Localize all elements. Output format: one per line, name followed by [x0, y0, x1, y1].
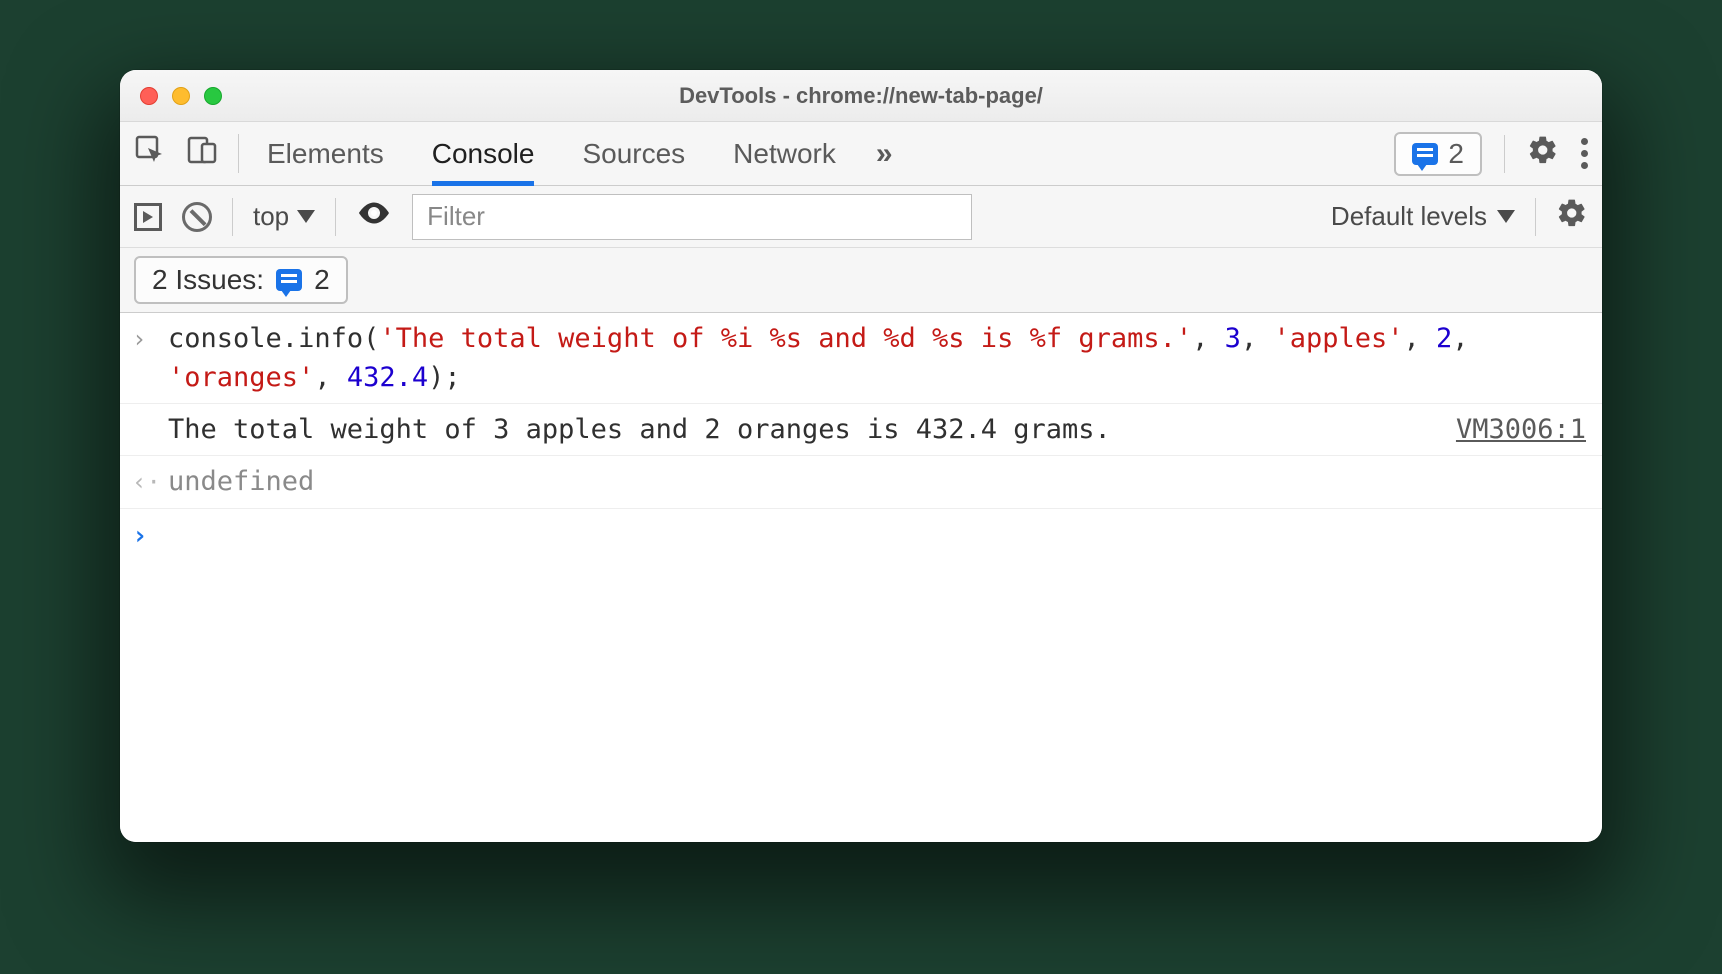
more-options-button[interactable]	[1581, 138, 1588, 169]
gear-icon	[1527, 134, 1559, 166]
settings-button[interactable]	[1527, 134, 1559, 173]
clear-console-button[interactable]	[182, 202, 212, 232]
console-filter-input[interactable]	[412, 194, 972, 240]
divider	[232, 198, 233, 236]
tab-console[interactable]: Console	[432, 122, 535, 185]
result-text: undefined	[162, 462, 1586, 501]
log-levels-selector[interactable]: Default levels	[1331, 201, 1515, 232]
prompt-gutter-icon: ›	[132, 515, 162, 556]
chevron-down-icon	[297, 210, 315, 223]
console-toolbar: top Default levels	[120, 186, 1602, 248]
close-window-button[interactable]	[140, 87, 158, 105]
execution-context-selector[interactable]: top	[253, 201, 315, 232]
console-prompt[interactable]: ›	[120, 509, 1602, 562]
toggle-console-drawer-icon[interactable]	[134, 203, 162, 231]
issues-chip[interactable]: 2 Issues: 2	[134, 256, 348, 304]
log-text: The total weight of 3 apples and 2 orang…	[162, 410, 1436, 449]
issues-bar: 2 Issues: 2	[120, 248, 1602, 313]
minimize-window-button[interactable]	[172, 87, 190, 105]
live-expression-button[interactable]	[356, 195, 392, 238]
titlebar: DevTools - chrome://new-tab-page/	[120, 70, 1602, 122]
tab-label: Elements	[267, 138, 384, 170]
tab-label: Network	[733, 138, 836, 170]
console-body: › console.info('The total weight of %i %…	[120, 313, 1602, 842]
issues-label: 2 Issues:	[152, 264, 264, 296]
chevron-down-icon	[1497, 210, 1515, 223]
dot-icon	[1581, 162, 1588, 169]
levels-label: Default levels	[1331, 201, 1487, 232]
tab-label: Console	[432, 138, 535, 170]
context-label: top	[253, 201, 289, 232]
tabs-overflow-button[interactable]: »	[876, 137, 893, 171]
dot-icon	[1581, 138, 1588, 145]
inspect-element-icon[interactable]	[134, 134, 166, 173]
main-tab-strip: Elements Console Sources Network » 2	[120, 122, 1602, 186]
devtools-window: DevTools - chrome://new-tab-page/ Elemen…	[120, 70, 1602, 842]
tab-network[interactable]: Network	[733, 122, 836, 185]
input-gutter-icon: ›	[132, 319, 162, 357]
tab-sources[interactable]: Sources	[582, 122, 685, 185]
issues-count: 2	[314, 264, 330, 296]
header-issues-count: 2	[1448, 138, 1464, 170]
device-toolbar-icon[interactable]	[186, 134, 218, 173]
window-title: DevTools - chrome://new-tab-page/	[120, 83, 1602, 109]
console-log-message: The total weight of 3 apples and 2 orang…	[120, 404, 1602, 456]
console-return-value: ‹· undefined	[120, 456, 1602, 508]
zoom-window-button[interactable]	[204, 87, 222, 105]
console-input-echo: › console.info('The total weight of %i %…	[120, 313, 1602, 404]
divider	[1535, 198, 1536, 236]
dot-icon	[1581, 150, 1588, 157]
result-gutter-icon: ‹·	[132, 462, 162, 500]
issues-icon	[1412, 143, 1438, 165]
console-input-code: console.info('The total weight of %i %s …	[162, 319, 1586, 397]
console-settings-button[interactable]	[1556, 197, 1588, 236]
tab-label: Sources	[582, 138, 685, 170]
divider	[1504, 135, 1505, 173]
traffic-lights	[140, 87, 222, 105]
log-source-link[interactable]: VM3006:1	[1436, 410, 1586, 449]
header-issues-button[interactable]: 2	[1394, 132, 1482, 176]
output-gutter	[132, 410, 162, 413]
divider	[335, 198, 336, 236]
gear-icon	[1556, 197, 1588, 229]
tab-elements[interactable]: Elements	[267, 122, 384, 185]
issues-icon	[276, 269, 302, 291]
